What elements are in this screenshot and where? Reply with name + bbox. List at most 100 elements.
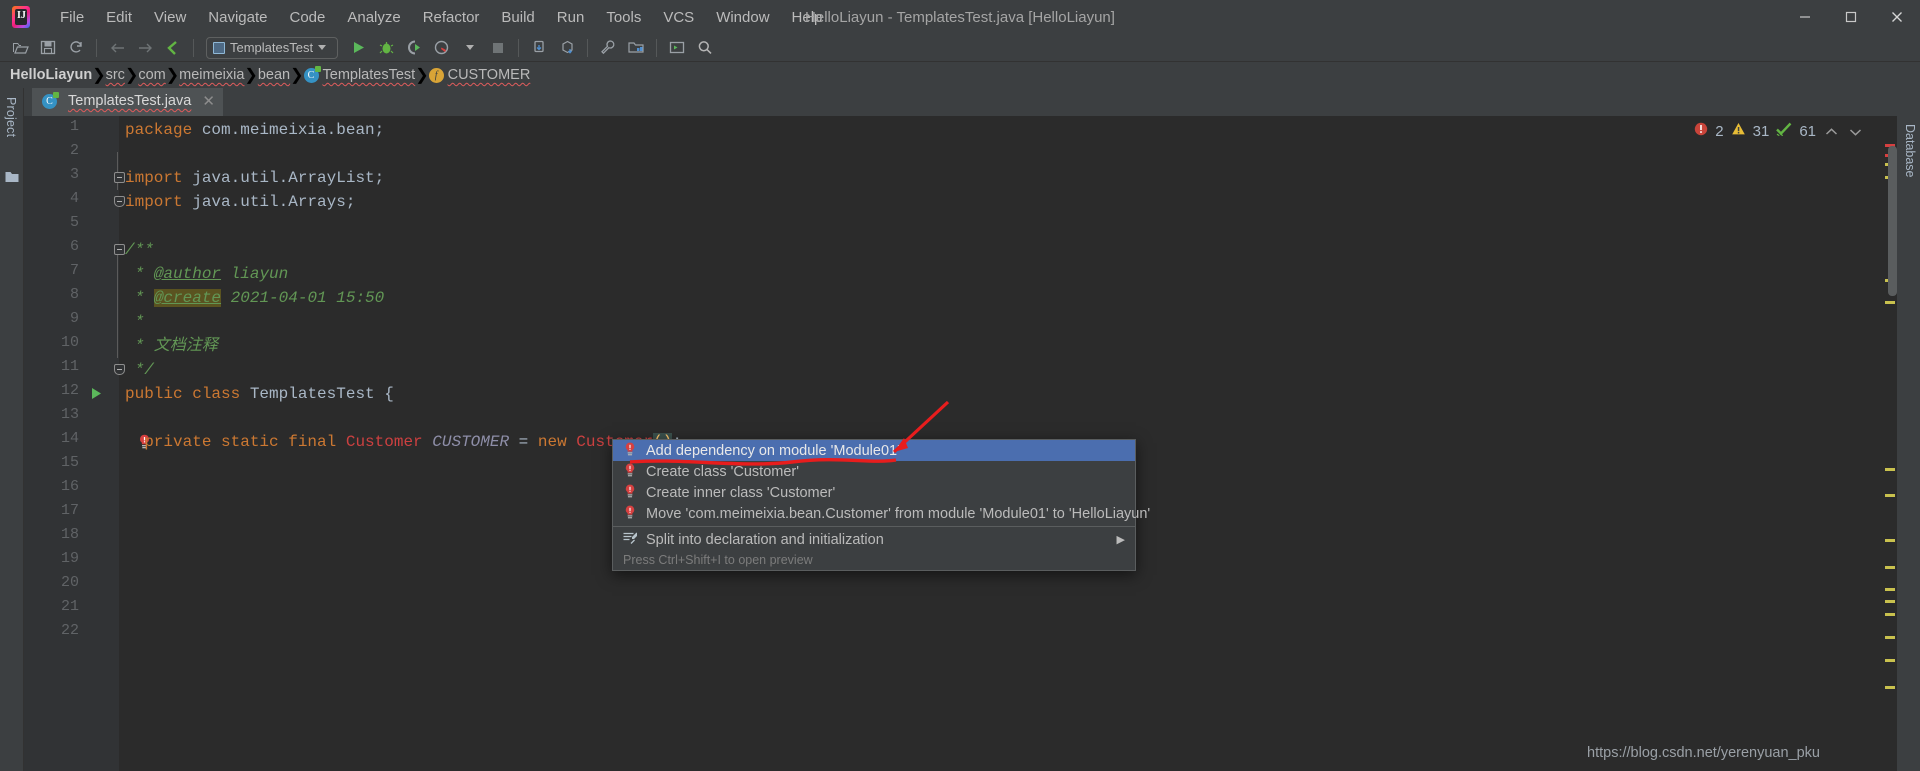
menu-refactor[interactable]: Refactor: [412, 5, 491, 30]
popup-separator: [613, 526, 1135, 527]
warning-marker[interactable]: [1885, 600, 1895, 603]
breadcrumb-separator: ❯: [92, 67, 106, 84]
save-all-icon[interactable]: [35, 36, 61, 60]
intention-item-5[interactable]: Split into declaration and initializatio…: [613, 529, 1135, 550]
run-config-icon: [213, 41, 225, 54]
intention-item-2[interactable]: Create class 'Customer': [613, 461, 1135, 482]
code-line[interactable]: private static final Customer CUSTOMER =…: [125, 430, 682, 454]
code-line[interactable]: * 文档注释: [125, 334, 218, 358]
code-token: /**: [125, 241, 154, 259]
warning-marker[interactable]: [1885, 494, 1895, 497]
editor-vertical-scrollbar[interactable]: [1888, 146, 1897, 296]
menu-edit[interactable]: Edit: [95, 5, 143, 30]
run-configuration-selector[interactable]: TemplatesTest: [206, 36, 338, 59]
breadcrumb-item-src[interactable]: src: [106, 67, 125, 83]
warning-marker[interactable]: [1885, 659, 1895, 662]
last-edit-location-icon[interactable]: [160, 36, 186, 60]
menu-code[interactable]: Code: [278, 5, 336, 30]
breadcrumb-item-com[interactable]: com: [138, 67, 165, 83]
warning-marker[interactable]: [1885, 468, 1895, 471]
intention-item-4[interactable]: Move 'com.meimeixia.bean.Customer' from …: [613, 503, 1150, 524]
breadcrumb-label: TemplatesTest: [322, 67, 416, 83]
toolbar-separator: [193, 38, 194, 57]
menu-file[interactable]: File: [49, 5, 95, 30]
settings-wrench-icon[interactable]: [595, 36, 621, 60]
close-button[interactable]: [1874, 0, 1920, 34]
window-controls: [1782, 0, 1920, 34]
debug-icon[interactable]: [373, 36, 399, 60]
intention-actions-popup[interactable]: Add dependency on module 'Module01' Creat…: [612, 439, 1150, 571]
code-line[interactable]: /**: [125, 238, 154, 262]
maximize-button[interactable]: [1828, 0, 1874, 34]
warning-count-icon[interactable]: [1731, 122, 1746, 141]
menu-analyze[interactable]: Analyze: [336, 5, 411, 30]
editor-tab-templatestest[interactable]: C TemplatesTest.java ✕: [32, 88, 223, 116]
project-structure-icon[interactable]: [623, 36, 649, 60]
submenu-arrow-icon: ▶: [1116, 534, 1125, 546]
previous-problem-chevron-up-icon[interactable]: [1823, 124, 1840, 140]
breadcrumb-item-helloliayun[interactable]: HelloLiayun: [10, 67, 92, 83]
code-line[interactable]: public class TemplatesTest {: [125, 382, 394, 406]
open-folder-icon[interactable]: [7, 36, 33, 60]
code-line[interactable]: package com.meimeixia.bean;: [125, 118, 384, 142]
intellij-logo-icon: IJ: [9, 4, 35, 30]
run-with-coverage-icon[interactable]: [401, 36, 427, 60]
minimize-button[interactable]: [1782, 0, 1828, 34]
warning-marker[interactable]: [1885, 588, 1895, 591]
code-fold-toggle[interactable]: [112, 358, 126, 380]
menu-view[interactable]: View: [143, 5, 197, 30]
stop-icon[interactable]: [485, 36, 511, 60]
sync-refresh-icon[interactable]: [63, 36, 89, 60]
code-line[interactable]: * @create 2021-04-01 15:50: [125, 286, 384, 310]
warning-marker[interactable]: [1885, 686, 1895, 689]
breadcrumb-label: CUSTOMER: [447, 67, 531, 83]
check-ok-icon[interactable]: [1776, 122, 1792, 141]
code-fold-toggle[interactable]: [112, 190, 126, 212]
code-fold-toggle[interactable]: [112, 166, 126, 188]
profiler-icon[interactable]: [429, 36, 455, 60]
code-token: package: [125, 121, 202, 139]
code-line[interactable]: */: [125, 358, 154, 382]
error-count-icon[interactable]: [1694, 122, 1708, 141]
warning-marker[interactable]: [1885, 539, 1895, 542]
warning-marker[interactable]: [1885, 566, 1895, 569]
toolbar-separator: [518, 38, 519, 57]
breadcrumb-separator: ❯: [165, 67, 180, 84]
code-line[interactable]: * @author liayun: [125, 262, 289, 286]
intention-item-3[interactable]: Create inner class 'Customer': [613, 482, 1135, 503]
menu-build[interactable]: Build: [490, 5, 545, 30]
breadcrumb-item-templatestest[interactable]: C TemplatesTest: [303, 65, 416, 83]
intention-item-1[interactable]: Add dependency on module 'Module01': [613, 440, 1135, 461]
breadcrumb-item-meimeixia[interactable]: meimeixia: [179, 67, 244, 83]
warning-marker[interactable]: [1885, 636, 1895, 639]
menu-navigate[interactable]: Navigate: [197, 5, 278, 30]
code-line[interactable]: import java.util.ArrayList;: [125, 166, 384, 190]
select-in-icon[interactable]: [664, 36, 690, 60]
main-toolbar: TemplatesTest: [0, 34, 1920, 62]
next-problem-chevron-down-icon[interactable]: [1847, 124, 1864, 140]
breadcrumb-item-customer[interactable]: f CUSTOMER: [428, 67, 531, 83]
menu-window[interactable]: Window: [705, 5, 780, 30]
profiler-dropdown-icon[interactable]: [457, 36, 483, 60]
menu-run[interactable]: Run: [546, 5, 596, 30]
warning-marker[interactable]: [1885, 301, 1895, 304]
intention-item-label: Add dependency on module 'Module01': [646, 442, 900, 459]
update-project-icon[interactable]: [526, 36, 552, 60]
search-everywhere-icon[interactable]: [692, 36, 718, 60]
menu-help[interactable]: Help: [781, 5, 834, 30]
close-icon[interactable]: ✕: [202, 92, 215, 110]
breadcrumb-label: bean: [257, 67, 291, 83]
menu-vcs[interactable]: VCS: [652, 5, 705, 30]
run-icon[interactable]: [345, 36, 371, 60]
code-fold-toggle[interactable]: [112, 238, 126, 260]
code-line[interactable]: *: [125, 310, 145, 334]
navigate-back-icon[interactable]: [104, 36, 130, 60]
navigate-forward-icon[interactable]: [132, 36, 158, 60]
sidebar-item-database[interactable]: Database: [1903, 124, 1917, 178]
run-config-label: TemplatesTest: [230, 40, 314, 55]
warning-marker[interactable]: [1885, 613, 1895, 616]
commit-icon[interactable]: [554, 36, 580, 60]
menu-tools[interactable]: Tools: [595, 5, 652, 30]
breadcrumb-item-bean[interactable]: bean: [258, 67, 290, 83]
code-line[interactable]: import java.util.Arrays;: [125, 190, 355, 214]
